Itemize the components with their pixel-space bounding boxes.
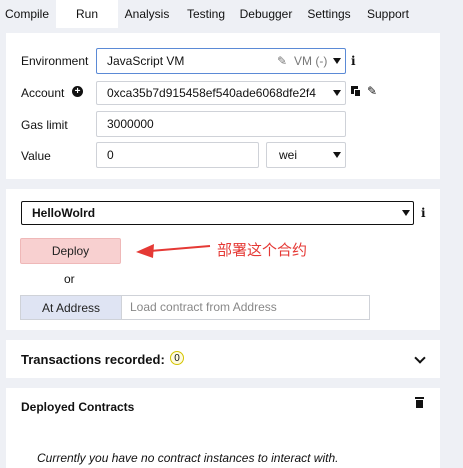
environment-label: Environment [21, 54, 89, 68]
edit-icon[interactable]: ✎ [367, 84, 377, 98]
environment-vm: VM (-) [294, 54, 328, 68]
gas-limit-input[interactable]: 3000000 [96, 111, 346, 137]
deployed-contracts-title: Deployed Contracts [21, 400, 135, 414]
tab-analysis[interactable]: Analysis [122, 0, 172, 28]
tab-testing[interactable]: Testing [184, 0, 228, 28]
info-icon[interactable]: i [421, 206, 426, 220]
chevron-down-icon [333, 58, 341, 64]
value-amount: 0 [107, 148, 114, 162]
at-address-button[interactable]: At Address [20, 295, 121, 320]
tab-run[interactable]: Run [56, 0, 118, 28]
contract-select[interactable]: HelloWolrd [21, 201, 414, 225]
gas-limit-label: Gas limit [21, 118, 68, 132]
chevron-down-icon [402, 210, 410, 216]
plug-icon: ✎ [277, 54, 288, 68]
contract-name: HelloWolrd [32, 206, 96, 220]
address-input[interactable]: Load contract from Address [121, 295, 370, 320]
copy-icon[interactable] [351, 86, 361, 97]
trash-icon[interactable] [415, 397, 424, 408]
annotation-text: 部署这个合约 [217, 242, 308, 259]
value-unit: wei [279, 148, 298, 162]
account-label: Account [21, 86, 65, 100]
chevron-down-icon [333, 152, 341, 158]
transactions-count-badge: 0 [170, 351, 184, 365]
tab-settings[interactable]: Settings [304, 0, 354, 28]
value-label: Value [21, 149, 51, 163]
tab-support[interactable]: Support [363, 0, 413, 28]
gas-limit-value: 3000000 [107, 117, 154, 131]
annotation-arrow-icon [136, 244, 211, 258]
value-unit-select[interactable]: wei [266, 142, 346, 168]
tab-compile[interactable]: Compile [2, 0, 52, 28]
empty-instances-message: Currently you have no contract instances… [37, 451, 339, 465]
transactions-title: Transactions recorded: [21, 352, 165, 367]
value-input[interactable]: 0 [96, 142, 259, 168]
info-icon[interactable]: i [351, 54, 356, 68]
deploy-button[interactable]: Deploy [20, 238, 121, 264]
tab-bar: Compile Run Analysis Testing Debugger Se… [0, 0, 463, 28]
or-text: or [64, 272, 75, 286]
environment-value: JavaScript VM [107, 54, 185, 68]
chevron-down-icon [333, 90, 341, 96]
account-value: 0xca35b7d915458ef540ade6068dfe2f4 [107, 86, 316, 100]
account-select[interactable]: 0xca35b7d915458ef540ade6068dfe2f4 [96, 81, 346, 105]
environment-select[interactable]: JavaScript VM ✎ VM (-) [96, 48, 346, 74]
tab-debugger[interactable]: Debugger [237, 0, 295, 28]
add-account-icon[interactable]: + [72, 86, 83, 97]
